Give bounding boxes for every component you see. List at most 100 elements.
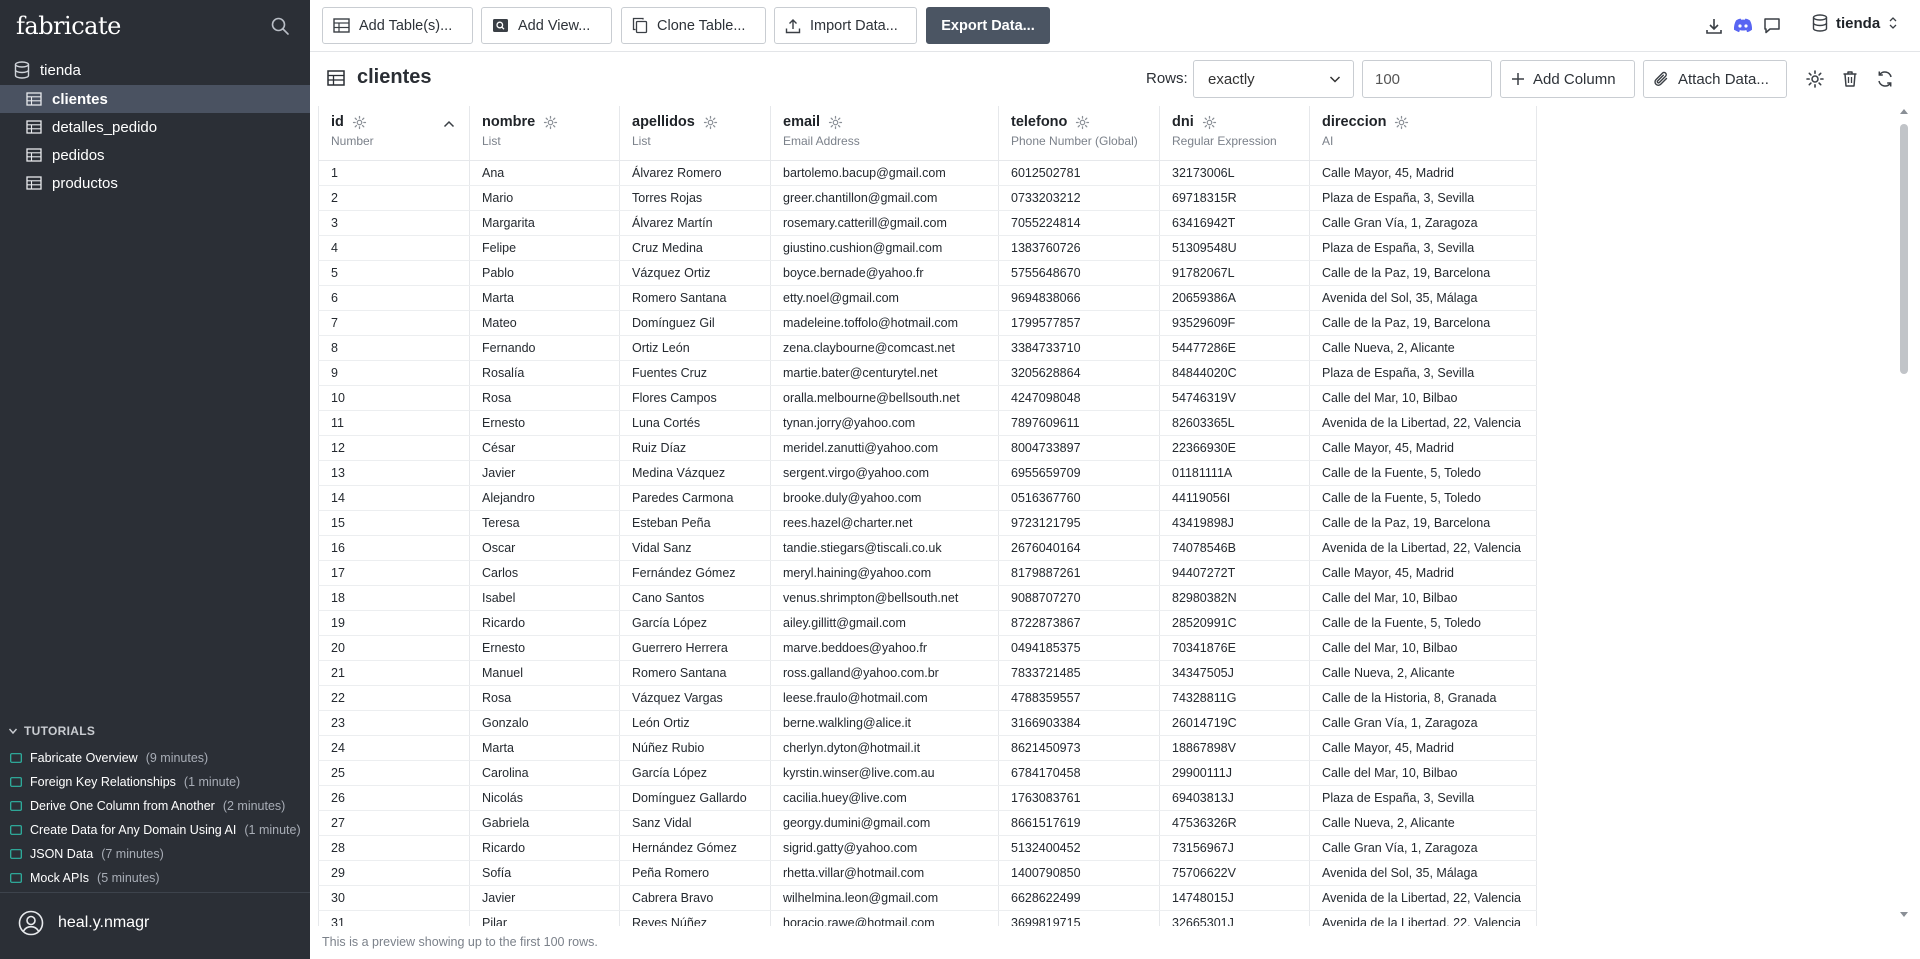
cell-dni[interactable]: 73156967J — [1159, 835, 1310, 861]
cell-direccion[interactable]: Calle Gran Vía, 1, Zaragoza — [1309, 710, 1537, 736]
cell-dni[interactable]: 51309548U — [1159, 235, 1310, 261]
cell-nombre[interactable]: Carlos — [469, 560, 620, 586]
cell-apellidos[interactable]: Peña Romero — [619, 860, 771, 886]
cell-nombre[interactable]: Mateo — [469, 310, 620, 336]
cell-telefono[interactable]: 4788359557 — [998, 685, 1160, 711]
cell-direccion[interactable]: Calle de la Paz, 19, Barcelona — [1309, 510, 1537, 536]
cell-dni[interactable]: 69403813J — [1159, 785, 1310, 811]
cell-id[interactable]: 4 — [318, 235, 470, 261]
cell-email[interactable]: georgy.dumini@gmail.com — [770, 810, 999, 836]
cell-nombre[interactable]: Alejandro — [469, 485, 620, 511]
cell-id[interactable]: 16 — [318, 535, 470, 561]
cell-dni[interactable]: 22366930E — [1159, 435, 1310, 461]
scrollbar-thumb[interactable] — [1900, 124, 1908, 374]
cell-id[interactable]: 31 — [318, 910, 470, 926]
cell-dni[interactable]: 32173006L — [1159, 160, 1310, 186]
cell-telefono[interactable]: 0494185375 — [998, 635, 1160, 661]
cell-dni[interactable]: 70341876E — [1159, 635, 1310, 661]
cell-telefono[interactable]: 3166903384 — [998, 710, 1160, 736]
cell-dni[interactable]: 47536326R — [1159, 810, 1310, 836]
cell-apellidos[interactable]: Núñez Rubio — [619, 735, 771, 761]
cell-direccion[interactable]: Calle del Mar, 10, Bilbao — [1309, 385, 1537, 411]
cell-direccion[interactable]: Calle Mayor, 45, Madrid — [1309, 560, 1537, 586]
cell-dni[interactable]: 63416942T — [1159, 210, 1310, 236]
cell-apellidos[interactable]: Cabrera Bravo — [619, 885, 771, 911]
clone-table-button[interactable]: Clone Table... — [621, 7, 766, 44]
scroll-down-arrow-icon[interactable] — [1900, 912, 1908, 918]
cell-email[interactable]: ailey.gillitt@gmail.com — [770, 610, 999, 636]
cell-id[interactable]: 6 — [318, 285, 470, 311]
sidebar-item-detalles-pedido[interactable]: detalles_pedido — [0, 113, 310, 141]
cell-email[interactable]: horacio.rawe@hotmail.com — [770, 910, 999, 926]
cell-apellidos[interactable]: Domínguez Gallardo — [619, 785, 771, 811]
cell-id[interactable]: 10 — [318, 385, 470, 411]
cell-dni[interactable]: 18867898V — [1159, 735, 1310, 761]
cell-nombre[interactable]: Sofía — [469, 860, 620, 886]
column-header-apellidos[interactable]: apellidos List — [619, 106, 771, 161]
cell-dni[interactable]: 44119056I — [1159, 485, 1310, 511]
cell-id[interactable]: 30 — [318, 885, 470, 911]
tutorials-header[interactable]: TUTORIALS — [8, 724, 95, 738]
cell-email[interactable]: sergent.virgo@yahoo.com — [770, 460, 999, 486]
cell-apellidos[interactable]: Medina Vázquez — [619, 460, 771, 486]
discord-icon[interactable] — [1732, 16, 1754, 36]
cell-email[interactable]: brooke.duly@yahoo.com — [770, 485, 999, 511]
cell-apellidos[interactable]: Esteban Peña — [619, 510, 771, 536]
cell-apellidos[interactable]: Guerrero Herrera — [619, 635, 771, 661]
cell-apellidos[interactable]: Cano Santos — [619, 585, 771, 611]
cell-dni[interactable]: 82980382N — [1159, 585, 1310, 611]
cell-telefono[interactable]: 9723121795 — [998, 510, 1160, 536]
add-view-button[interactable]: Add View... — [481, 7, 612, 44]
cell-email[interactable]: wilhelmina.leon@gmail.com — [770, 885, 999, 911]
cell-direccion[interactable]: Calle del Mar, 10, Bilbao — [1309, 760, 1537, 786]
cell-nombre[interactable]: Marta — [469, 735, 620, 761]
cell-telefono[interactable]: 6012502781 — [998, 160, 1160, 186]
cell-direccion[interactable]: Calle Nueva, 2, Alicante — [1309, 810, 1537, 836]
column-header-dni[interactable]: dni Regular Expression — [1159, 106, 1310, 161]
cell-id[interactable]: 25 — [318, 760, 470, 786]
cell-dni[interactable]: 29900111J — [1159, 760, 1310, 786]
cell-direccion[interactable]: Calle del Mar, 10, Bilbao — [1309, 585, 1537, 611]
cell-direccion[interactable]: Calle de la Fuente, 5, Toledo — [1309, 610, 1537, 636]
cell-telefono[interactable]: 7055224814 — [998, 210, 1160, 236]
cell-id[interactable]: 26 — [318, 785, 470, 811]
cell-telefono[interactable]: 1383760726 — [998, 235, 1160, 261]
cell-telefono[interactable]: 6784170458 — [998, 760, 1160, 786]
cell-nombre[interactable]: Mario — [469, 185, 620, 211]
cell-telefono[interactable]: 7897609611 — [998, 410, 1160, 436]
tutorial-item[interactable]: Derive One Column from Another (2 minutes… — [10, 794, 301, 818]
cell-nombre[interactable]: Rosa — [469, 685, 620, 711]
column-settings-icon[interactable] — [1394, 115, 1409, 130]
cell-direccion[interactable]: Calle Gran Vía, 1, Zaragoza — [1309, 210, 1537, 236]
cell-apellidos[interactable]: Sanz Vidal — [619, 810, 771, 836]
brand-logo[interactable]: fabricate — [16, 12, 121, 40]
cell-email[interactable]: madeleine.toffolo@hotmail.com — [770, 310, 999, 336]
cell-nombre[interactable]: Fernando — [469, 335, 620, 361]
column-settings-icon[interactable] — [1202, 115, 1217, 130]
cell-telefono[interactable]: 8179887261 — [998, 560, 1160, 586]
cell-id[interactable]: 21 — [318, 660, 470, 686]
cell-telefono[interactable]: 1400790850 — [998, 860, 1160, 886]
cell-id[interactable]: 22 — [318, 685, 470, 711]
cell-apellidos[interactable]: Vázquez Vargas — [619, 685, 771, 711]
cell-telefono[interactable]: 3699819715 — [998, 910, 1160, 926]
cell-id[interactable]: 24 — [318, 735, 470, 761]
column-settings-icon[interactable] — [828, 115, 843, 130]
cell-id[interactable]: 27 — [318, 810, 470, 836]
cell-email[interactable]: marve.beddoes@yahoo.fr — [770, 635, 999, 661]
cell-dni[interactable]: 54746319V — [1159, 385, 1310, 411]
cell-telefono[interactable]: 8661517619 — [998, 810, 1160, 836]
cell-email[interactable]: rhetta.villar@hotmail.com — [770, 860, 999, 886]
cell-id[interactable]: 13 — [318, 460, 470, 486]
cell-id[interactable]: 19 — [318, 610, 470, 636]
cell-nombre[interactable]: Gabriela — [469, 810, 620, 836]
cell-id[interactable]: 9 — [318, 360, 470, 386]
cell-dni[interactable]: 32665301J — [1159, 910, 1310, 926]
cell-dni[interactable]: 94407272T — [1159, 560, 1310, 586]
cell-apellidos[interactable]: Cruz Medina — [619, 235, 771, 261]
sidebar-item-clientes[interactable]: clientes — [0, 85, 310, 113]
import-data-button[interactable]: Import Data... — [774, 7, 917, 44]
cell-dni[interactable]: 34347505J — [1159, 660, 1310, 686]
tutorial-item[interactable]: Fabricate Overview (9 minutes) — [10, 746, 301, 770]
cell-id[interactable]: 14 — [318, 485, 470, 511]
